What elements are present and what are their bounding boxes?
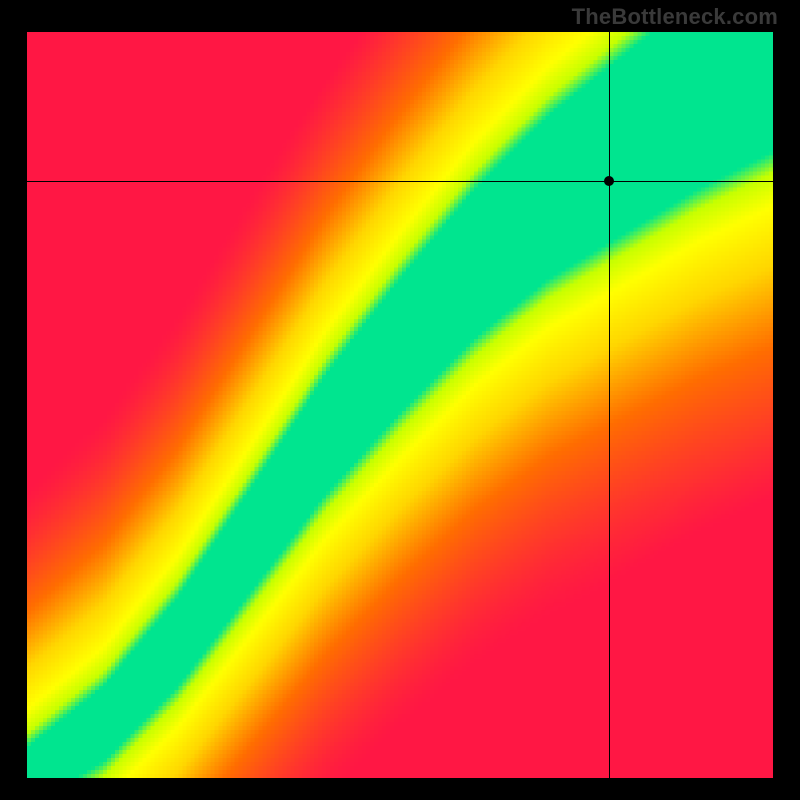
- crosshair-vertical: [609, 32, 610, 778]
- heatmap-plot-area: [27, 32, 773, 778]
- data-point-marker: [604, 176, 614, 186]
- crosshair-horizontal: [27, 181, 773, 182]
- watermark-text: TheBottleneck.com: [572, 4, 778, 30]
- heatmap-canvas: [27, 32, 773, 778]
- chart-frame: TheBottleneck.com: [0, 0, 800, 800]
